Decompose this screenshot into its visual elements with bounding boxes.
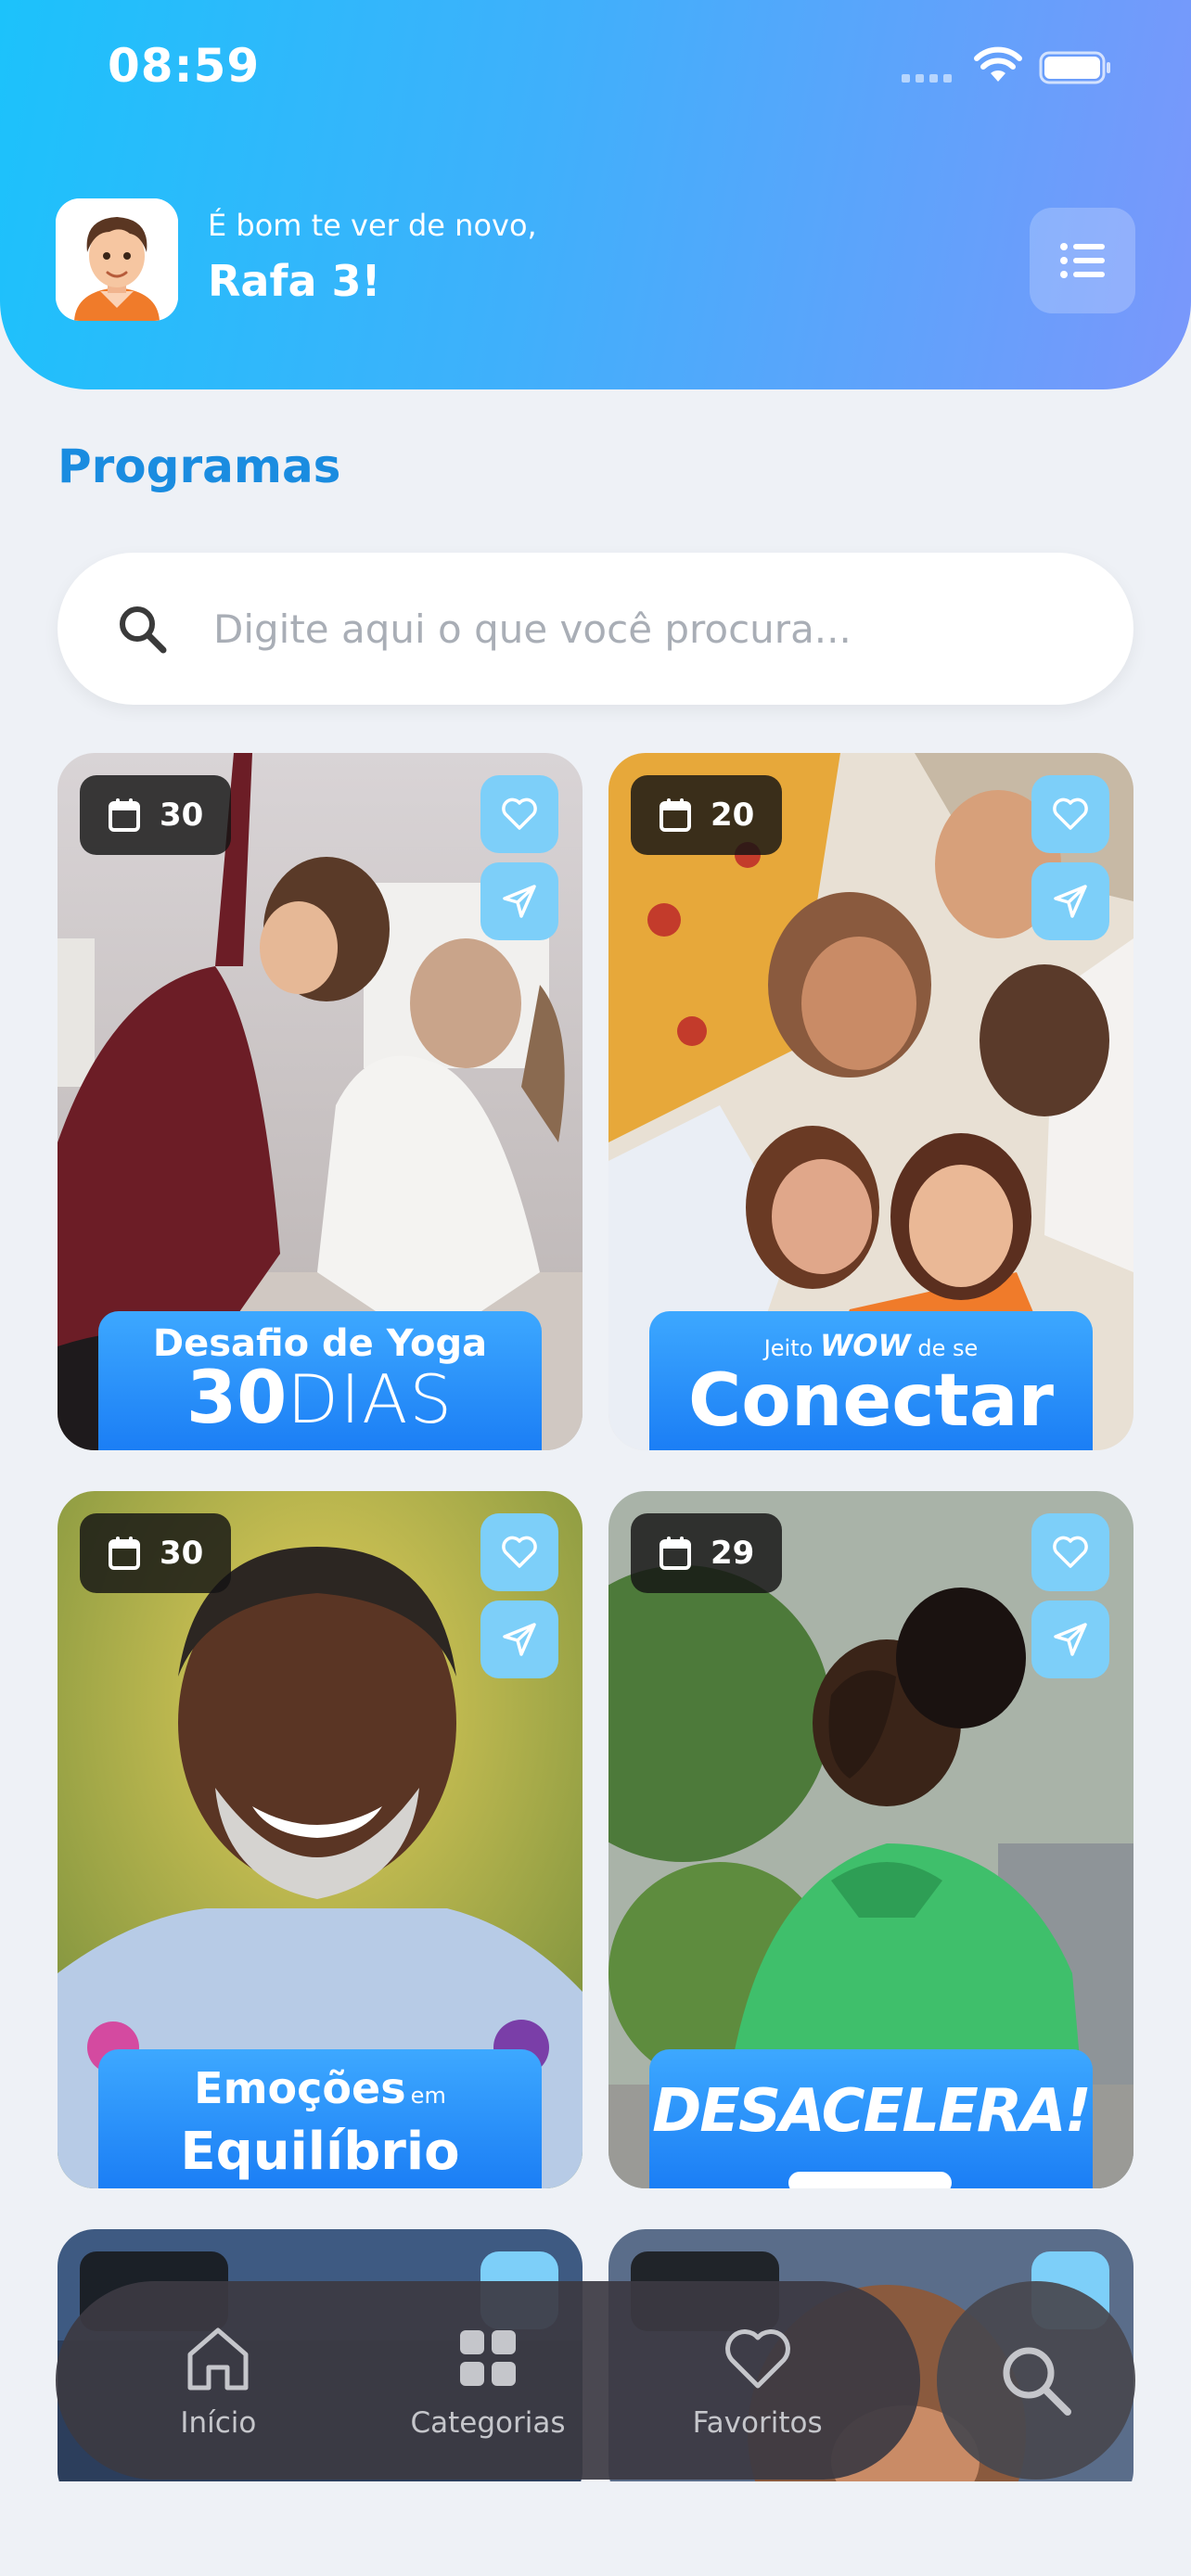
avatar-illustration: [56, 198, 178, 321]
days-badge: 30: [80, 775, 232, 855]
menu-button[interactable]: [1030, 208, 1135, 313]
list-menu-icon: [1060, 243, 1105, 278]
favorite-button[interactable]: [480, 775, 558, 853]
calendar-icon: [660, 1537, 691, 1570]
calendar-icon: [109, 798, 140, 832]
heart-icon: [1053, 1536, 1088, 1568]
send-icon: [503, 885, 536, 918]
days-badge: 29: [631, 1513, 783, 1593]
banner-pre: Jeito: [763, 1335, 813, 1361]
calendar-icon: [660, 798, 691, 832]
avatar[interactable]: [56, 198, 178, 321]
bottom-safe-area: [0, 2481, 1191, 2576]
program-card-emocoes[interactable]: 30 Emoções em Equilíbrio: [58, 1491, 583, 2188]
nav-categories[interactable]: Categorias: [386, 2321, 590, 2440]
cellular-signal-icon: [902, 74, 952, 83]
share-button[interactable]: [1031, 862, 1109, 940]
favorite-button[interactable]: [1031, 1513, 1109, 1591]
header: 08:59 É bom te ver de novo, Rafa 3!: [0, 0, 1191, 389]
days-badge: 20: [631, 775, 783, 855]
program-card-desacelera[interactable]: 29 DESACELERA!: [608, 1491, 1133, 2188]
share-button[interactable]: [480, 862, 558, 940]
send-icon: [1054, 1623, 1087, 1656]
program-banner: Desafio de Yoga 30DIAS: [98, 1311, 542, 1450]
nav-favorites[interactable]: Favoritos: [656, 2321, 860, 2440]
heart-icon: [724, 2329, 790, 2389]
banner-wow: WOW: [819, 1328, 911, 1363]
nav-home-label: Início: [180, 2406, 257, 2440]
send-icon: [503, 1623, 536, 1656]
nav-home[interactable]: Início: [116, 2321, 320, 2440]
program-banner: Emoções em Equilíbrio: [98, 2049, 542, 2188]
search-icon: [120, 606, 167, 654]
program-card-yoga[interactable]: 30 Desafio de Yoga 30DIAS: [58, 753, 583, 1450]
heart-icon: [1053, 797, 1088, 830]
days-badge: 30: [80, 1513, 232, 1593]
wifi-icon: [974, 46, 1022, 82]
nav-favorites-label: Favoritos: [692, 2406, 823, 2440]
program-banner: Jeito WOW de se Conectar: [649, 1311, 1093, 1450]
banner-subtitle: Equilíbrio: [180, 2122, 460, 2182]
grid-icon: [459, 2330, 516, 2386]
favorite-button[interactable]: [480, 1513, 558, 1591]
greeting-text: É bom te ver de novo,: [208, 208, 537, 243]
banner-tag: [788, 2172, 952, 2188]
share-button[interactable]: [480, 1600, 558, 1678]
banner-title: Emoções: [194, 2063, 406, 2113]
send-icon: [1054, 885, 1087, 918]
program-card-conectar[interactable]: 20 Jeito WOW de se Conectar: [608, 753, 1133, 1450]
share-button[interactable]: [1031, 1600, 1109, 1678]
banner-number: 30: [186, 1357, 288, 1440]
search-bar[interactable]: [58, 553, 1133, 705]
status-time: 08:59: [108, 39, 261, 93]
days-count: 30: [160, 797, 204, 834]
banner-title: DESACELERA!: [652, 2077, 1092, 2146]
home-icon: [187, 2327, 249, 2391]
nav-categories-label: Categorias: [410, 2406, 566, 2440]
days-count: 30: [160, 1535, 204, 1572]
calendar-icon: [109, 1537, 140, 1570]
banner-connector: em: [410, 2083, 446, 2109]
section-title: Programas: [58, 440, 341, 493]
banner-subtitle: DIAS: [287, 1360, 455, 1438]
banner-title: Conectar: [688, 1359, 1054, 1443]
heart-icon: [502, 1536, 537, 1568]
battery-icon: [1039, 51, 1110, 84]
favorite-button[interactable]: [1031, 775, 1109, 853]
program-banner: DESACELERA!: [649, 2049, 1093, 2188]
search-input[interactable]: [213, 606, 1048, 652]
banner-title: Desafio de Yoga: [152, 1322, 488, 1365]
days-count: 29: [711, 1535, 755, 1572]
user-name: Rafa 3!: [208, 256, 381, 306]
banner-post: de se: [917, 1335, 979, 1361]
days-count: 20: [711, 797, 755, 834]
floating-search-button[interactable]: [937, 2281, 1135, 2480]
heart-icon: [502, 797, 537, 830]
bottom-navigation: Início Categorias Favoritos: [56, 2281, 920, 2480]
search-icon: [1003, 2347, 1071, 2416]
